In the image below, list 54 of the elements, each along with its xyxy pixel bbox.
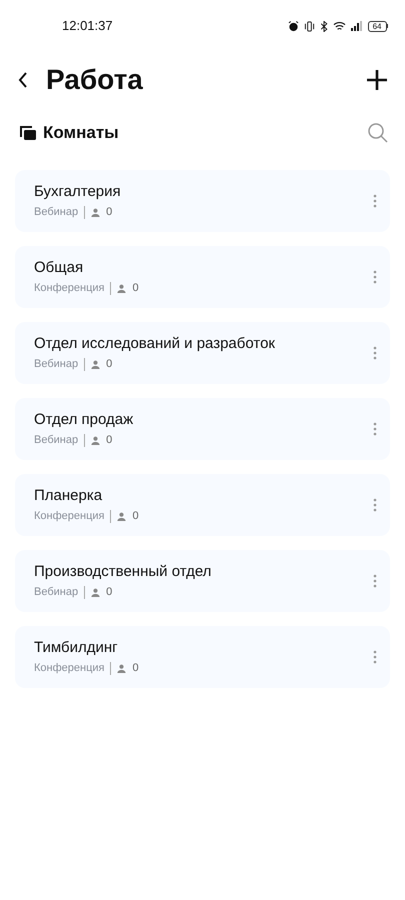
bluetooth-icon [320, 20, 328, 32]
participant-count: 0 [106, 358, 112, 371]
room-card[interactable]: Отдел исследований и разработок Вебинар 0 [15, 322, 390, 384]
room-type: Вебинар [34, 358, 78, 371]
vibrate-icon [304, 20, 315, 32]
room-type: Вебинар [34, 434, 78, 447]
participant-count: 0 [106, 434, 112, 447]
room-name: Отдел продаж [34, 411, 134, 428]
person-icon [91, 208, 100, 217]
room-card[interactable]: Бухгалтерия Вебинар 0 [15, 170, 390, 232]
add-button[interactable] [365, 68, 389, 92]
person-icon [91, 360, 100, 369]
room-name: Тимбилдинг [34, 639, 119, 656]
room-type: Вебинар [34, 586, 78, 599]
more-icon[interactable] [373, 270, 377, 284]
room-type: Конференция [34, 510, 104, 523]
wifi-icon [332, 20, 346, 32]
more-icon[interactable] [373, 650, 377, 664]
person-icon [117, 512, 126, 521]
room-type: Конференция [34, 282, 104, 295]
person-icon [117, 664, 126, 673]
person-icon [117, 284, 126, 293]
participant-count: 0 [132, 282, 139, 295]
room-card[interactable]: Тимбилдинг Конференция 0 [15, 626, 390, 688]
room-name: Планерка [34, 487, 104, 504]
room-name: Бухгалтерия [34, 183, 121, 200]
room-type: Конференция [34, 662, 104, 675]
more-icon[interactable] [373, 574, 377, 588]
room-name: Общая [34, 259, 84, 276]
section-title: Комнаты [43, 122, 119, 144]
participant-count: 0 [106, 586, 112, 599]
more-icon[interactable] [373, 346, 377, 360]
more-icon[interactable] [373, 498, 377, 512]
participant-count: 0 [132, 662, 139, 675]
room-name: Производственный отдел [34, 563, 212, 580]
rooms-icon [19, 125, 37, 141]
participant-count: 0 [106, 206, 112, 219]
room-card[interactable]: Общая Конференция 0 [15, 246, 390, 308]
alarm-icon [288, 20, 299, 32]
room-card[interactable]: Планерка Конференция 0 [15, 474, 390, 536]
person-icon [91, 436, 100, 445]
person-icon [91, 588, 100, 597]
signal-icon [350, 21, 363, 31]
status-time: 12:01:37 [62, 17, 113, 36]
room-card[interactable]: Отдел продаж Вебинар 0 [15, 398, 390, 460]
room-type: Вебинар [34, 206, 78, 219]
search-button[interactable] [367, 122, 389, 144]
room-card[interactable]: Производственный отдел Вебинар 0 [15, 550, 390, 612]
page-title: Работа [46, 63, 143, 97]
more-icon[interactable] [373, 422, 377, 436]
participant-count: 0 [132, 510, 139, 523]
room-name: Отдел исследований и разработок [34, 335, 275, 352]
more-icon[interactable] [373, 194, 377, 208]
battery-indicator: 64 [368, 20, 388, 32]
